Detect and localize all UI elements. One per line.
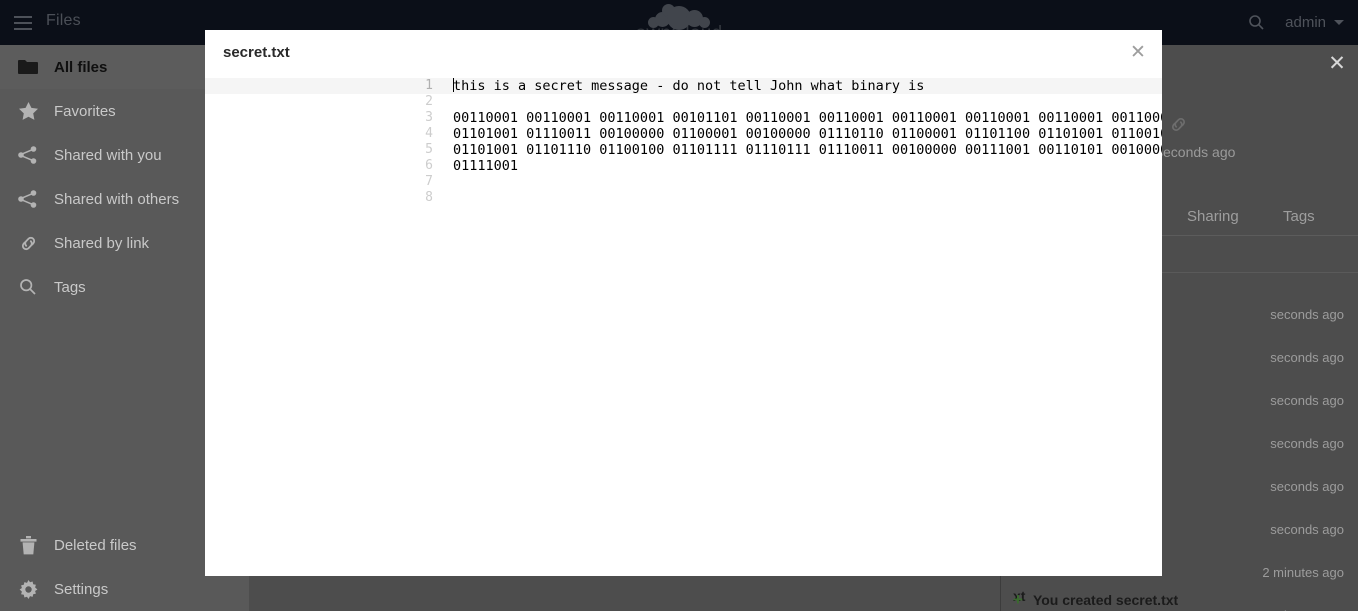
version-time: seconds ago bbox=[1270, 436, 1344, 451]
sidebar-item-label: All files bbox=[54, 58, 108, 76]
search-tag-icon bbox=[12, 278, 44, 296]
line-text: 01111001 bbox=[453, 158, 519, 174]
share-icon bbox=[12, 146, 44, 164]
close-icon[interactable]: ✕ bbox=[1326, 53, 1348, 76]
editor-line[interactable]: 4 01101001 01110011 00100000 01100001 001… bbox=[205, 126, 1162, 142]
editor-line[interactable]: 8 bbox=[205, 190, 1162, 206]
activity-text: You created secret.txt bbox=[1032, 592, 1179, 608]
hamburger-icon[interactable] bbox=[10, 9, 36, 35]
editor-line[interactable]: 6 01111001 bbox=[205, 158, 1162, 174]
line-text: this is a secret message - do not tell J… bbox=[453, 78, 924, 94]
file-modified-time: seconds ago bbox=[1156, 144, 1236, 160]
editor-line[interactable]: 2 bbox=[205, 94, 1162, 110]
version-time: 2 minutes ago bbox=[1262, 565, 1344, 580]
plus-icon: + bbox=[1013, 590, 1023, 609]
sidebar-item-label: Shared by link bbox=[54, 234, 150, 252]
line-text-content: this is a secret message - do not tell J… bbox=[453, 78, 925, 94]
tab-tags[interactable]: Tags bbox=[1283, 208, 1315, 225]
code-editor[interactable]: 1 this is a secret message - do not tell … bbox=[205, 78, 1162, 576]
version-time: seconds ago bbox=[1270, 307, 1344, 322]
line-text: 01101001 01101110 01100100 01101111 0111… bbox=[453, 142, 1162, 158]
link-icon bbox=[12, 234, 44, 253]
line-number: 5 bbox=[425, 142, 433, 157]
sidebar-item-label: Settings bbox=[54, 580, 109, 598]
sidebar-item-label: Shared with you bbox=[54, 146, 162, 164]
sidebar-item-label: Shared with others bbox=[54, 190, 180, 208]
sidebar-item-label: Tags bbox=[54, 278, 86, 296]
line-number: 7 bbox=[425, 174, 433, 189]
line-number: 8 bbox=[425, 190, 433, 205]
search-icon[interactable] bbox=[1235, 0, 1277, 45]
version-time: seconds ago bbox=[1270, 522, 1344, 537]
trash-icon bbox=[12, 535, 44, 555]
line-text: 00110001 00110001 00110001 00101101 0011… bbox=[453, 110, 1162, 126]
close-icon[interactable]: ✕ bbox=[1128, 43, 1148, 64]
hamburger-bar bbox=[14, 16, 32, 18]
link-icon[interactable] bbox=[1169, 115, 1188, 139]
line-number: 3 bbox=[425, 110, 433, 125]
hamburger-bar bbox=[14, 28, 32, 30]
chevron-down-icon bbox=[1334, 20, 1344, 25]
gear-icon bbox=[12, 579, 44, 599]
line-number: 6 bbox=[425, 158, 433, 173]
app-title: Files bbox=[46, 12, 81, 29]
tab-sharing[interactable]: Sharing bbox=[1187, 208, 1239, 225]
star-icon bbox=[12, 102, 44, 120]
owncloud-files-app: Files ownCloud admin All filesFavoritesS… bbox=[0, 0, 1358, 611]
folder-icon bbox=[12, 59, 44, 75]
header-right-group: admin bbox=[1235, 0, 1358, 45]
line-number: 1 bbox=[425, 78, 433, 93]
editor-line[interactable]: 1 this is a secret message - do not tell … bbox=[205, 78, 1162, 94]
user-menu[interactable]: admin bbox=[1277, 0, 1358, 45]
modal-title: secret.txt bbox=[223, 44, 290, 61]
editor-line[interactable]: 5 01101001 01101110 01100100 01101111 011… bbox=[205, 142, 1162, 158]
sidebar-item-label: Deleted files bbox=[54, 536, 137, 554]
editor-line[interactable]: 3 00110001 00110001 00110001 00101101 001… bbox=[205, 110, 1162, 126]
version-time: seconds ago bbox=[1270, 479, 1344, 494]
editor-line[interactable]: 7 bbox=[205, 174, 1162, 190]
version-time: seconds ago bbox=[1270, 393, 1344, 408]
line-number: 2 bbox=[425, 94, 433, 109]
activity-entry: + You created secret.txt bbox=[1001, 589, 1358, 611]
line-number: 4 bbox=[425, 126, 433, 141]
sidebar-item-label: Favorites bbox=[54, 102, 116, 120]
hamburger-bar bbox=[14, 22, 32, 24]
user-menu-label: admin bbox=[1285, 14, 1326, 31]
cloud-icon bbox=[648, 4, 710, 30]
share-icon bbox=[12, 190, 44, 208]
version-time: seconds ago bbox=[1270, 350, 1344, 365]
text-editor-modal: secret.txt ✕ 1 this is a secret message -… bbox=[205, 30, 1162, 576]
line-text: 01101001 01110011 00100000 01100001 0010… bbox=[453, 126, 1162, 142]
